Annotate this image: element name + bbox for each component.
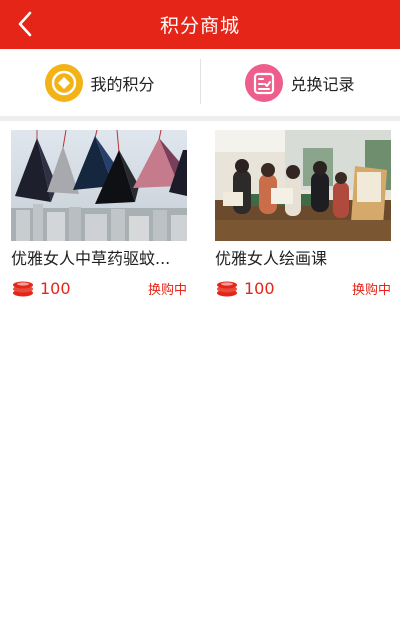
coin-stack-icon [217, 281, 237, 297]
my-points-button[interactable]: 我的积分 [0, 49, 200, 116]
coin-stack-icon [13, 281, 33, 297]
product-points: 100 [244, 278, 275, 298]
sachet-pouches-photo [11, 130, 187, 241]
painting-class-photo [215, 130, 391, 241]
product-meta: 100 换购中 [11, 278, 187, 298]
divider [200, 59, 201, 104]
product-meta: 100 换购中 [215, 278, 391, 298]
checklist-icon [245, 63, 284, 102]
back-button[interactable] [10, 9, 40, 39]
chevron-left-icon [18, 11, 32, 37]
exchange-records-label: 兑换记录 [290, 74, 355, 94]
product-grid: 优雅女人中草药驱蚊... 100 换购中 优雅女人绘画课 100 换购中 [11, 130, 391, 298]
product-card[interactable]: 优雅女人中草药驱蚊... 100 换购中 [11, 130, 187, 298]
product-title: 优雅女人绘画课 [215, 249, 328, 268]
app-header: 积分商城 [0, 0, 400, 49]
product-title: 优雅女人中草药驱蚊... [11, 249, 171, 268]
product-points: 100 [40, 278, 71, 298]
quick-links-bar: 我的积分 兑换记录 [0, 49, 400, 116]
product-status: 换购中 [147, 282, 187, 298]
my-points-label: 我的积分 [90, 74, 155, 94]
page-title: 积分商城 [159, 15, 240, 37]
coin-diamond-icon [45, 63, 84, 102]
section-divider [0, 116, 400, 121]
exchange-records-button[interactable]: 兑换记录 [200, 49, 400, 116]
product-card[interactable]: 优雅女人绘画课 100 换购中 [215, 130, 391, 298]
product-status: 换购中 [351, 282, 391, 298]
